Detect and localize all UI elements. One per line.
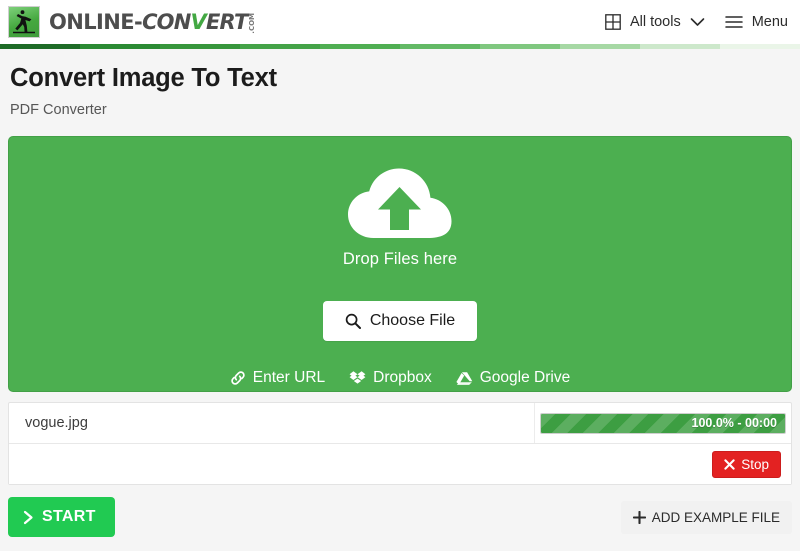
choose-file-button[interactable]: Choose File [322, 301, 478, 342]
search-icon [345, 313, 361, 330]
site-logo[interactable]: ONLINE- CONVERT .COM [8, 6, 256, 38]
stop-button[interactable]: Stop [712, 450, 781, 478]
choose-file-button-label: Choose File [369, 312, 456, 330]
file-name-label: vogue.jpg [25, 415, 88, 432]
cloud-upload-icon [345, 164, 455, 246]
file-dropzone[interactable]: Drop Files here Choose File Enter URL Dr… [8, 136, 792, 393]
link-icon [230, 370, 246, 386]
add-example-file-button-label: ADD EXAMPLE FILE [651, 509, 780, 525]
chevron-right-icon [23, 510, 34, 525]
gradient-segment [0, 44, 80, 49]
gradient-segment [400, 44, 480, 49]
nav-item-menu-label: Menu [751, 14, 788, 30]
table-row: vogue.jpg 100.0% - 00:00 [9, 403, 791, 445]
file-name-cell: vogue.jpg [9, 403, 535, 444]
page-title: Convert Image To Text [10, 64, 277, 92]
stop-button-label: Stop [741, 456, 769, 472]
nav-item-all-tools[interactable]: All tools [605, 14, 705, 30]
gradient-segment [160, 44, 240, 49]
logo-wordmark: ONLINE- CONVERT .COM [49, 10, 256, 34]
gradient-segment [240, 44, 320, 49]
dropzone-label: Drop Files here [342, 250, 458, 269]
source-link-google-drive[interactable]: Google Drive [456, 369, 570, 387]
footer-actions: START ADD EXAMPLE FILE [0, 485, 800, 538]
source-link-google-drive-label: Google Drive [479, 369, 571, 387]
gradient-segment [80, 44, 160, 49]
google-drive-icon [456, 371, 473, 386]
logo-tld: .COM [248, 13, 257, 34]
gradient-segment [480, 44, 560, 49]
logo-word-part2: CONVERT [142, 10, 248, 34]
nav-item-menu[interactable]: Menu [724, 14, 788, 30]
dropbox-icon [349, 370, 366, 386]
start-button[interactable]: START [8, 497, 115, 538]
start-button-label: START [42, 508, 96, 526]
gradient-segment [560, 44, 640, 49]
page-heading-block: Convert Image To Text PDF Converter [0, 49, 800, 118]
page-subtitle: PDF Converter [10, 102, 107, 119]
source-link-dropbox[interactable]: Dropbox [349, 369, 432, 387]
plus-icon [632, 510, 646, 524]
gradient-segment [320, 44, 400, 49]
site-header: ONLINE- CONVERT .COM All tools Menu [0, 0, 800, 44]
accent-gradient-bar [0, 44, 800, 49]
upload-progress-bar: 100.0% - 00:00 [540, 412, 786, 434]
hamburger-icon [724, 15, 743, 29]
dropzone-source-links: Enter URL Dropbox Google Drive [230, 369, 570, 387]
running-man-logo-icon [8, 6, 40, 38]
close-x-icon [724, 458, 735, 470]
upload-progress-label: 100.0% - 00:00 [691, 415, 777, 430]
header-nav: All tools Menu [605, 14, 788, 30]
nav-item-all-tools-label: All tools [629, 14, 681, 30]
gradient-segment [720, 44, 800, 49]
grid-icon [605, 14, 621, 30]
source-link-enter-url[interactable]: Enter URL [230, 369, 325, 387]
file-upload-table: vogue.jpg 100.0% - 00:00 Stop [8, 402, 792, 486]
gradient-segment [640, 44, 720, 49]
file-actions-row: Stop [9, 444, 791, 485]
dropzone-wrapper: Drop Files here Choose File Enter URL Dr… [0, 118, 800, 393]
chevron-down-icon[interactable] [690, 17, 705, 27]
add-example-file-button[interactable]: ADD EXAMPLE FILE [620, 500, 792, 534]
source-link-enter-url-label: Enter URL [252, 369, 326, 387]
logo-word-part1: ONLINE- [49, 10, 143, 34]
file-progress-cell: 100.0% - 00:00 [535, 403, 791, 443]
source-link-dropbox-label: Dropbox [373, 369, 432, 387]
